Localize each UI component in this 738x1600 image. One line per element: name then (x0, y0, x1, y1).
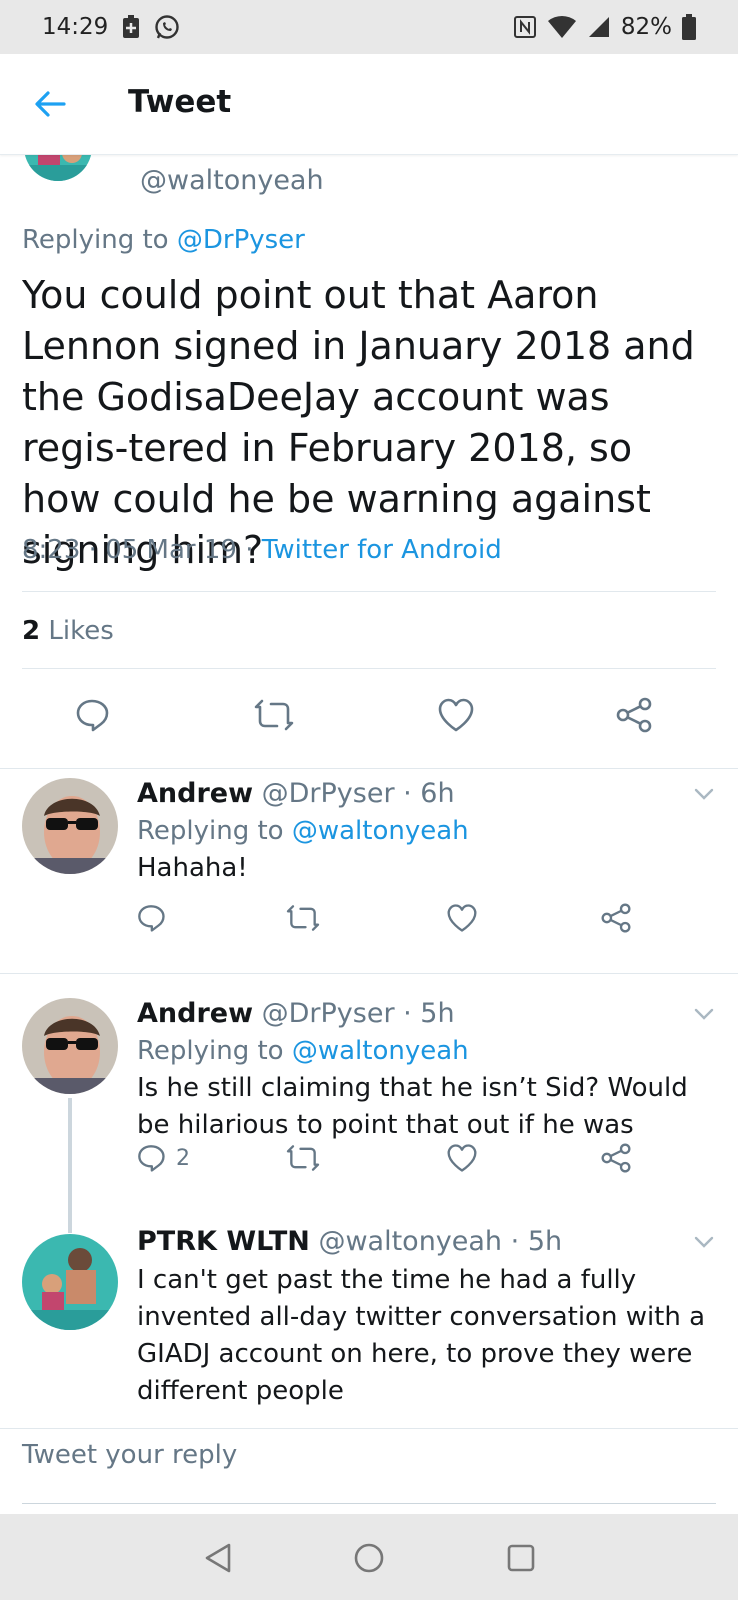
avatar[interactable] (22, 998, 118, 1094)
likes-label: Likes (48, 616, 114, 646)
status-time: 14:29 (42, 14, 109, 40)
replying-to-mention[interactable]: @DrPyser (177, 225, 305, 255)
tweet-actions (0, 695, 738, 735)
divider (22, 591, 716, 592)
share-icon[interactable] (600, 1140, 632, 1176)
reply-compose-input[interactable]: Tweet your reply (22, 1440, 716, 1470)
author-handle[interactable]: @DrPyser (262, 998, 395, 1029)
signal-icon (587, 15, 611, 39)
like-icon[interactable] (446, 1140, 478, 1176)
back-arrow-icon[interactable] (30, 84, 70, 124)
author-name[interactable]: Andrew (137, 998, 253, 1029)
recents-square-icon[interactable] (503, 1540, 539, 1576)
replying-prefix: Replying to (137, 816, 284, 846)
author-name[interactable]: PTRK WLTN (137, 1226, 310, 1257)
back-triangle-icon[interactable] (200, 1540, 236, 1576)
status-bar: 14:29 82% (0, 0, 738, 54)
tweet-meta: 8:23 · 05 Mar 19 · Twitter for Android (22, 535, 502, 565)
divider (0, 768, 738, 769)
share-icon[interactable] (614, 695, 654, 735)
share-icon[interactable] (600, 900, 632, 936)
likes-count[interactable]: 2 Likes (22, 616, 114, 646)
retweet-icon[interactable] (286, 900, 320, 936)
home-circle-icon[interactable] (351, 1540, 387, 1576)
avatar[interactable] (22, 1234, 118, 1330)
reply-count: 2 (176, 1145, 190, 1171)
thread-connector (68, 1098, 72, 1233)
chevron-down-icon[interactable] (692, 1230, 716, 1254)
like-icon[interactable] (436, 695, 476, 735)
reply-text: I can't get past the time he had a fully… (137, 1265, 706, 1406)
replying-to: Replying to @waltonyeah (137, 816, 469, 846)
app-header: Tweet (0, 54, 738, 155)
tweet-age: 6h (420, 778, 455, 809)
replying-to: Replying to @waltonyeah (137, 1036, 469, 1066)
reply-text: Is he still claiming that he isn’t Sid? … (137, 1073, 688, 1140)
tweet-text: You could point out that Aaron Lennon si… (22, 273, 695, 572)
tweet-age: 5h (420, 998, 455, 1029)
chevron-down-icon[interactable] (692, 782, 716, 806)
author-name[interactable]: Andrew (137, 778, 253, 809)
author-handle[interactable]: @waltonyeah (318, 1226, 502, 1257)
reply-icon[interactable]: 2 (136, 1140, 190, 1176)
likes-number: 2 (22, 616, 41, 646)
tweet-date: 05 Mar 19 (105, 535, 237, 565)
page-title: Tweet (128, 84, 232, 120)
author-handle[interactable]: @DrPyser (262, 778, 395, 809)
whatsapp-icon (154, 14, 180, 40)
reply-actions: 2 (0, 1140, 738, 1176)
nfc-icon (513, 15, 537, 39)
tweet-handle[interactable]: @waltonyeah (140, 165, 324, 196)
reply-actions (0, 900, 738, 936)
tweet-age: 5h (527, 1226, 563, 1257)
system-nav-bar (0, 1514, 738, 1600)
reply-header: Andrew @DrPyser · 6h (137, 778, 455, 809)
retweet-icon[interactable] (286, 1140, 320, 1176)
avatar[interactable] (22, 778, 118, 874)
compose-underline (22, 1503, 716, 1504)
retweet-icon[interactable] (254, 695, 294, 735)
battery-percent: 82% (620, 14, 672, 40)
battery-saver-icon (122, 15, 140, 39)
chevron-down-icon[interactable] (692, 1002, 716, 1026)
battery-icon (682, 14, 696, 40)
divider (22, 668, 716, 669)
replying-to: Replying to @DrPyser (22, 225, 305, 255)
divider (0, 973, 738, 974)
reply-header: PTRK WLTN @waltonyeah · 5h (137, 1226, 563, 1257)
replying-to-mention[interactable]: @waltonyeah (292, 816, 469, 846)
tweet-time: 8:23 (22, 535, 81, 565)
replying-prefix: Replying to (137, 1036, 284, 1066)
reply-icon[interactable] (72, 695, 112, 735)
divider (0, 1428, 738, 1429)
reply-header: Andrew @DrPyser · 5h (137, 998, 455, 1029)
wifi-icon (547, 15, 577, 39)
replying-prefix: Replying to (22, 225, 169, 255)
replying-to-mention[interactable]: @waltonyeah (292, 1036, 469, 1066)
tweet-source[interactable]: Twitter for Android (262, 535, 502, 565)
reply-text: Hahaha! (137, 853, 248, 883)
reply-icon[interactable] (136, 900, 176, 936)
like-icon[interactable] (446, 900, 478, 936)
